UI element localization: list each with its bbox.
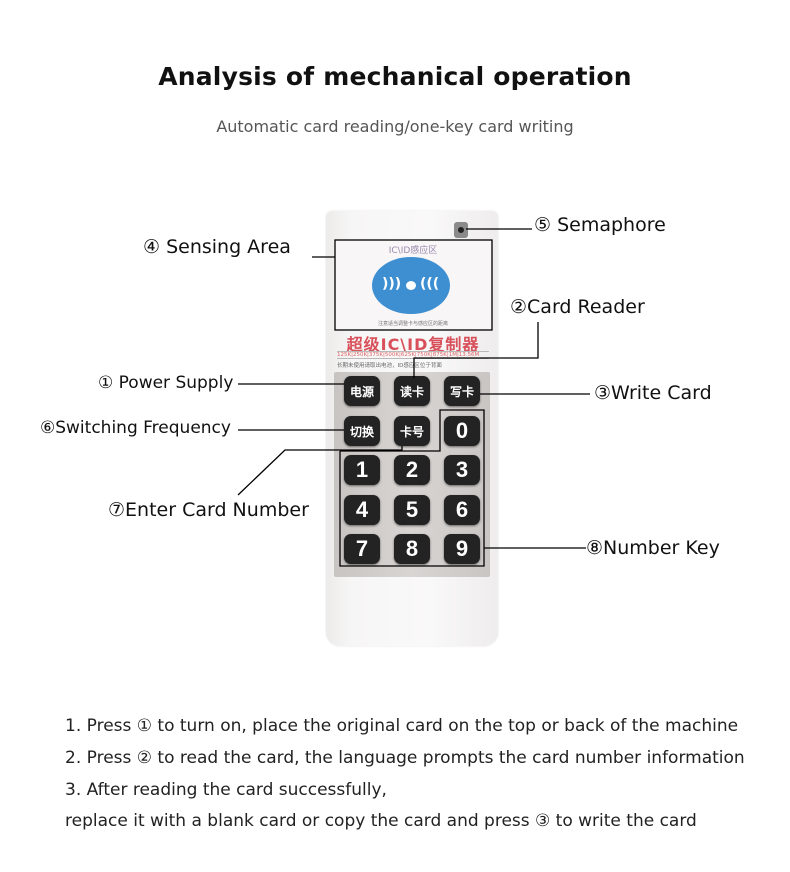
callout-switching-frequency: ⑥Switching Frequency xyxy=(40,418,231,438)
instruction-step-3-continued: replace it with a blank card or copy the… xyxy=(65,811,697,831)
callout-enter-card-number: ⑦Enter Card Number xyxy=(108,499,309,521)
callout-card-reader: ②Card Reader xyxy=(510,296,645,318)
enter-card-number-leader xyxy=(237,446,403,496)
instruction-step-3: 3. After reading the card successfully, xyxy=(65,780,387,800)
callout-number-key: ⑧Number Key xyxy=(586,537,720,559)
instruction-step-1: 1. Press ① to turn on, place the origina… xyxy=(65,716,739,736)
number-key-outline xyxy=(339,409,485,567)
callout-semaphore: ⑤ Semaphore xyxy=(534,214,666,236)
instruction-step-2: 2. Press ② to read the card, the languag… xyxy=(65,748,745,768)
sensing-area-outline xyxy=(334,239,493,331)
callout-power-supply: ① Power Supply xyxy=(98,373,234,393)
callout-write-card: ③Write Card xyxy=(594,382,712,404)
callout-sensing-area: ④ Sensing Area xyxy=(143,236,291,258)
